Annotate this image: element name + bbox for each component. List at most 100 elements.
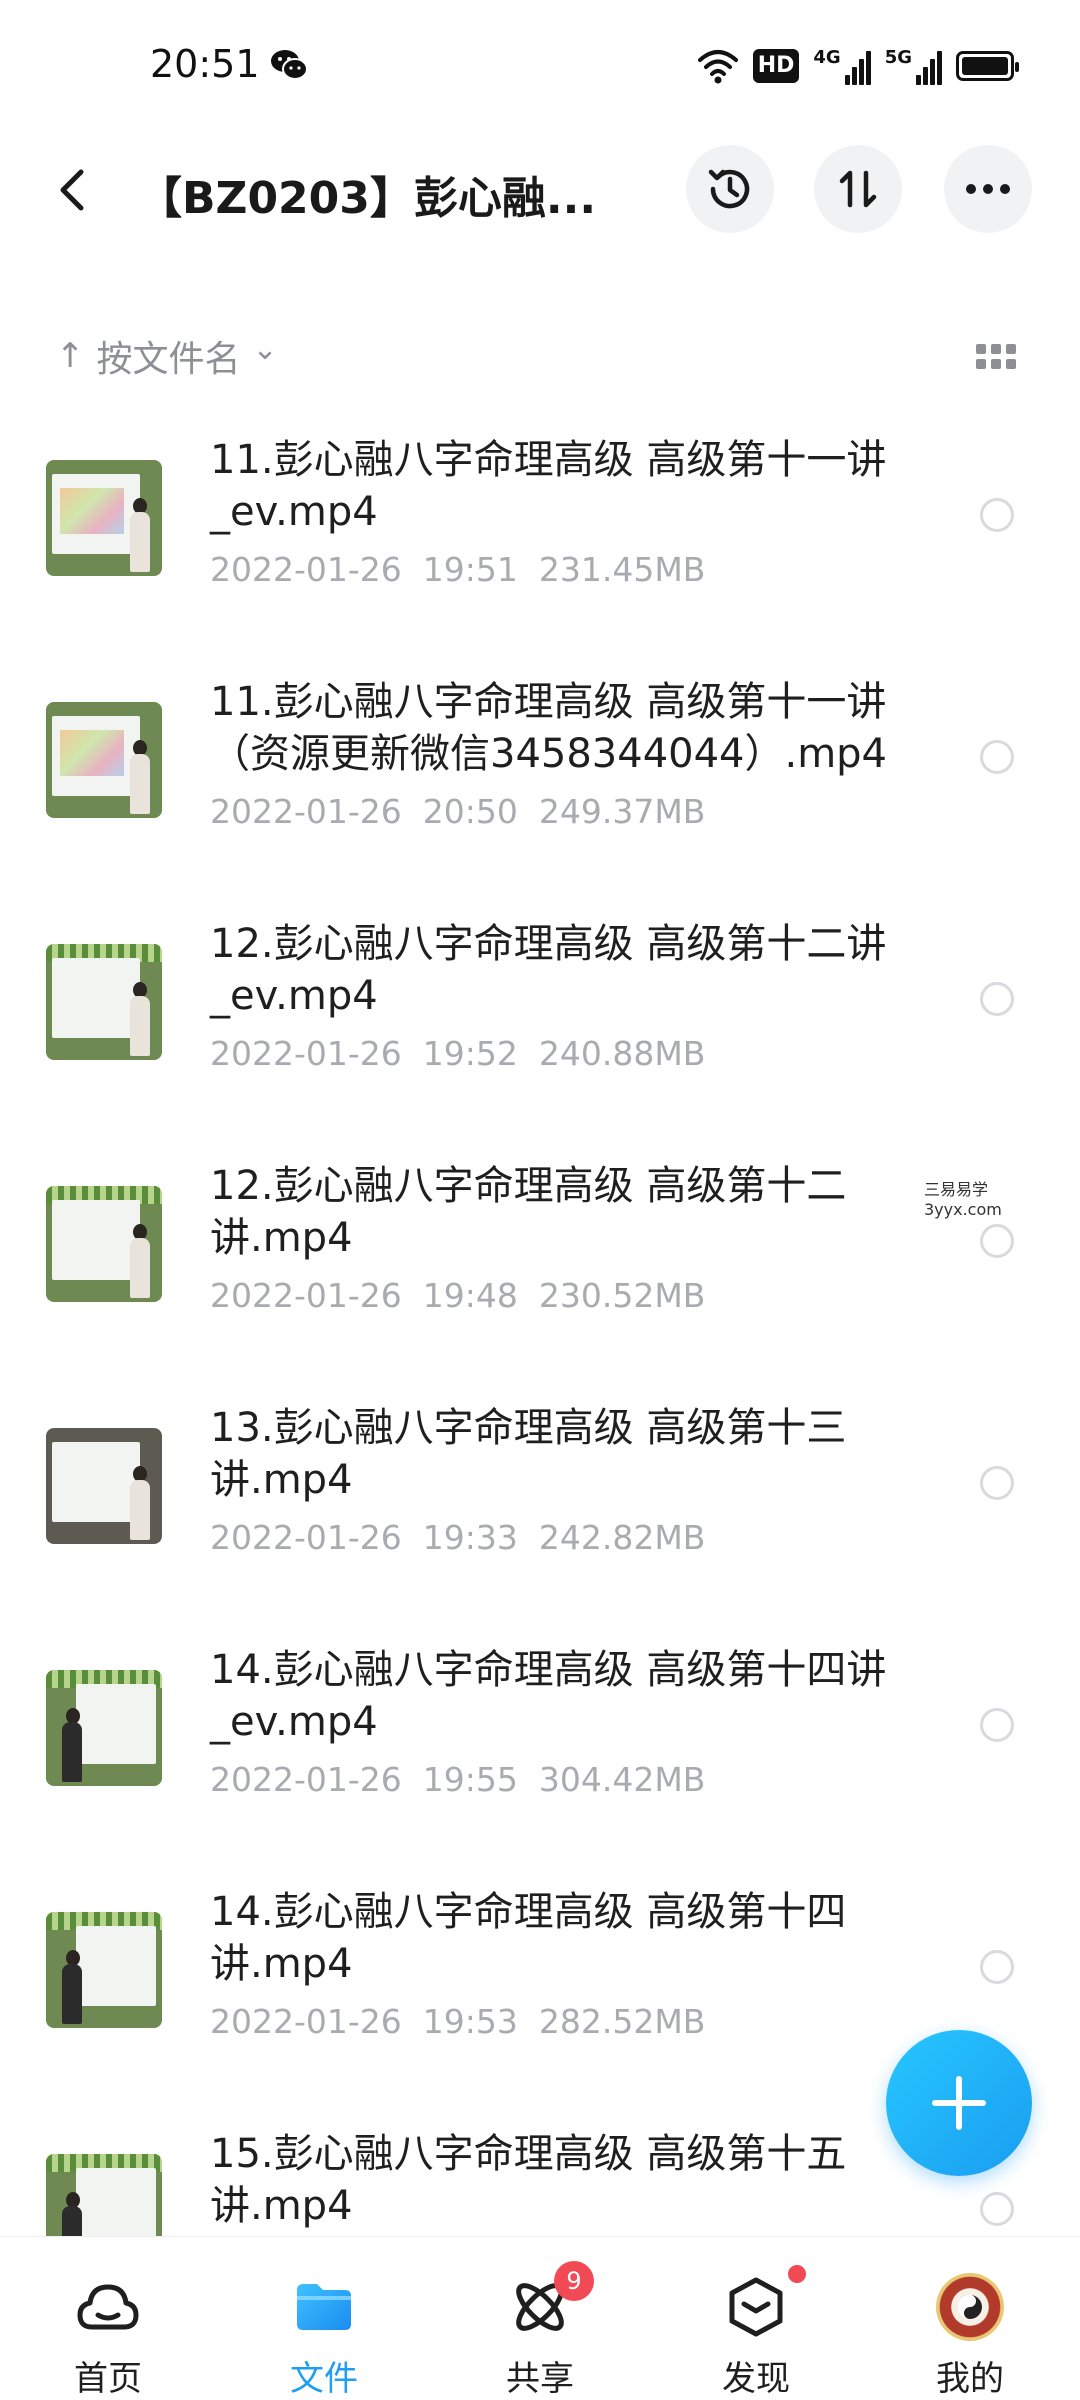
- file-date: 2022-01-26: [210, 2002, 402, 2041]
- file-name: 15.彭心融八字命理高级 高级第十五讲.mp4: [210, 2131, 847, 2229]
- file-time: 19:48: [422, 1276, 518, 1315]
- history-button[interactable]: [686, 145, 774, 233]
- video-thumbnail: [46, 944, 162, 1060]
- network-type-4g: 4G: [813, 47, 841, 68]
- file-name: 11.彭心融八字命理高级 高级第十一讲_ev.mp4: [210, 437, 887, 535]
- status-bar: 20:51 HD 4G 5G: [0, 0, 1080, 130]
- sort-button[interactable]: [814, 145, 902, 233]
- file-date: 2022-01-26: [210, 1034, 402, 1073]
- cube-discover-icon: [729, 2277, 783, 2337]
- tab-share-label: 共享: [506, 2359, 574, 2399]
- video-thumbnail: [46, 2154, 162, 2236]
- plus-icon: [932, 2076, 986, 2130]
- share-badge: 9: [554, 2261, 594, 2301]
- file-time: 19:51: [422, 550, 518, 589]
- select-checkbox[interactable]: [980, 1708, 1014, 1742]
- file-time: 19:52: [422, 1034, 518, 1073]
- file-name: 12.彭心融八字命理高级 高级第十二讲.mp4: [210, 1163, 847, 1261]
- more-button[interactable]: [944, 145, 1032, 233]
- status-time: 20:51: [150, 42, 260, 86]
- file-name: 13.彭心融八字命理高级 高级第十三讲.mp4: [210, 1405, 847, 1503]
- sort-label: 按文件名: [96, 339, 241, 380]
- file-time: 19:53: [422, 2002, 518, 2041]
- tab-discover-label: 发现: [722, 2359, 790, 2399]
- video-thumbnail: [46, 1428, 162, 1544]
- tab-home-label: 首页: [74, 2359, 142, 2399]
- file-date: 2022-01-26: [210, 1518, 402, 1557]
- tab-files[interactable]: 文件: [254, 2237, 394, 2400]
- file-time: 19:55: [422, 1760, 518, 1799]
- file-name: 14.彭心融八字命理高级 高级第十四讲_ev.mp4: [210, 1647, 887, 1745]
- select-checkbox[interactable]: [980, 982, 1014, 1016]
- file-item[interactable]: 14.彭心融八字命理高级 高级第十四讲_ev.mp4 2022-01-26 19…: [0, 1630, 1080, 1870]
- file-meta: 2022-01-26 19:48 230.52MB: [210, 1276, 705, 1315]
- tab-share[interactable]: 9 共享: [470, 2237, 610, 2400]
- history-icon: [708, 169, 750, 209]
- file-date: 2022-01-26: [210, 1276, 402, 1315]
- video-thumbnail: [46, 1670, 162, 1786]
- grid-view-button[interactable]: [976, 344, 1016, 372]
- signal-4g-icon: 4G: [813, 47, 871, 85]
- file-name: 11.彭心融八字命理高级 高级第十一讲（资源更新微信3458344044）.mp…: [210, 679, 888, 777]
- back-arrow-icon: [60, 169, 84, 211]
- tab-mine[interactable]: 我的: [900, 2237, 1040, 2400]
- status-icons: HD 4G 5G: [697, 46, 1019, 86]
- sort-by-name-dropdown[interactable]: ↑ 按文件名 ⌄: [56, 326, 278, 386]
- video-thumbnail: [46, 1186, 162, 1302]
- select-checkbox[interactable]: [980, 1950, 1014, 1984]
- file-size: 231.45MB: [538, 550, 706, 589]
- select-checkbox[interactable]: [980, 1224, 1014, 1258]
- file-item[interactable]: 12.彭心融八字命理高级 高级第十二讲.mp4 2022-01-26 19:48…: [0, 1146, 1080, 1386]
- select-checkbox[interactable]: [980, 498, 1014, 532]
- page-title: 【BZ0203】彭心融...: [138, 173, 597, 224]
- sort-icon: [839, 170, 877, 208]
- file-size: 249.37MB: [538, 792, 706, 831]
- file-item[interactable]: 12.彭心融八字命理高级 高级第十二讲_ev.mp4 2022-01-26 19…: [0, 904, 1080, 1144]
- file-time: 19:33: [422, 1518, 518, 1557]
- wechat-icon: [271, 50, 308, 80]
- file-date: 2022-01-26: [210, 550, 402, 589]
- discover-dot: [788, 2265, 806, 2283]
- tab-files-label: 文件: [290, 2359, 358, 2399]
- select-checkbox[interactable]: [980, 740, 1014, 774]
- file-meta: 2022-01-26 19:33 242.82MB: [210, 1518, 705, 1557]
- folder-icon: [297, 2284, 351, 2330]
- watermark-line1: 三易易学: [924, 1180, 989, 1199]
- file-size: 304.42MB: [538, 1760, 706, 1799]
- header: 【BZ0203】彭心融...: [0, 140, 1080, 240]
- file-size: 240.88MB: [538, 1034, 706, 1073]
- file-item[interactable]: 11.彭心融八字命理高级 高级第十一讲（资源更新微信3458344044）.mp…: [0, 662, 1080, 902]
- chevron-down-icon: ⌄: [252, 331, 278, 367]
- avatar: [936, 2273, 1004, 2341]
- tab-home[interactable]: 首页: [38, 2237, 178, 2400]
- cloud-home-icon: [77, 2284, 139, 2330]
- file-item[interactable]: 13.彭心融八字命理高级 高级第十三讲.mp4 2022-01-26 19:33…: [0, 1388, 1080, 1628]
- video-thumbnail: [46, 460, 162, 576]
- select-checkbox[interactable]: [980, 1466, 1014, 1500]
- battery-icon: [956, 51, 1019, 81]
- file-date: 2022-01-26: [210, 792, 402, 831]
- signal-5g-icon: 5G: [885, 47, 942, 85]
- file-meta: 2022-01-26 19:55 304.42MB: [210, 1760, 705, 1799]
- hd-badge: HD: [752, 49, 800, 83]
- file-size: 230.52MB: [538, 1276, 706, 1315]
- file-name: 12.彭心融八字命理高级 高级第十二讲_ev.mp4: [210, 921, 887, 1019]
- wifi-icon: [697, 50, 738, 84]
- video-thumbnail: [46, 1912, 162, 2028]
- file-meta: 2022-01-26 19:53 282.52MB: [210, 2002, 705, 2041]
- more-icon: [966, 184, 1010, 194]
- select-checkbox[interactable]: [980, 2192, 1014, 2226]
- network-type-5g: 5G: [884, 47, 912, 68]
- tab-discover[interactable]: 发现: [686, 2237, 826, 2400]
- tab-mine-label: 我的: [936, 2359, 1004, 2399]
- file-meta: 2022-01-26 19:51 231.45MB: [210, 550, 705, 589]
- bottom-nav: 首页 文件 9 共享 发现 我的: [0, 2236, 1080, 2400]
- add-button[interactable]: [886, 2030, 1032, 2176]
- file-size: 282.52MB: [538, 2002, 706, 2041]
- video-thumbnail: [46, 702, 162, 818]
- watermark: 三易易学 3yyx.com: [920, 1178, 1006, 1222]
- back-button[interactable]: [44, 162, 100, 218]
- file-size: 242.82MB: [538, 1518, 706, 1557]
- file-date: 2022-01-26: [210, 1760, 402, 1799]
- file-item[interactable]: 11.彭心融八字命理高级 高级第十一讲_ev.mp4 2022-01-26 19…: [0, 420, 1080, 660]
